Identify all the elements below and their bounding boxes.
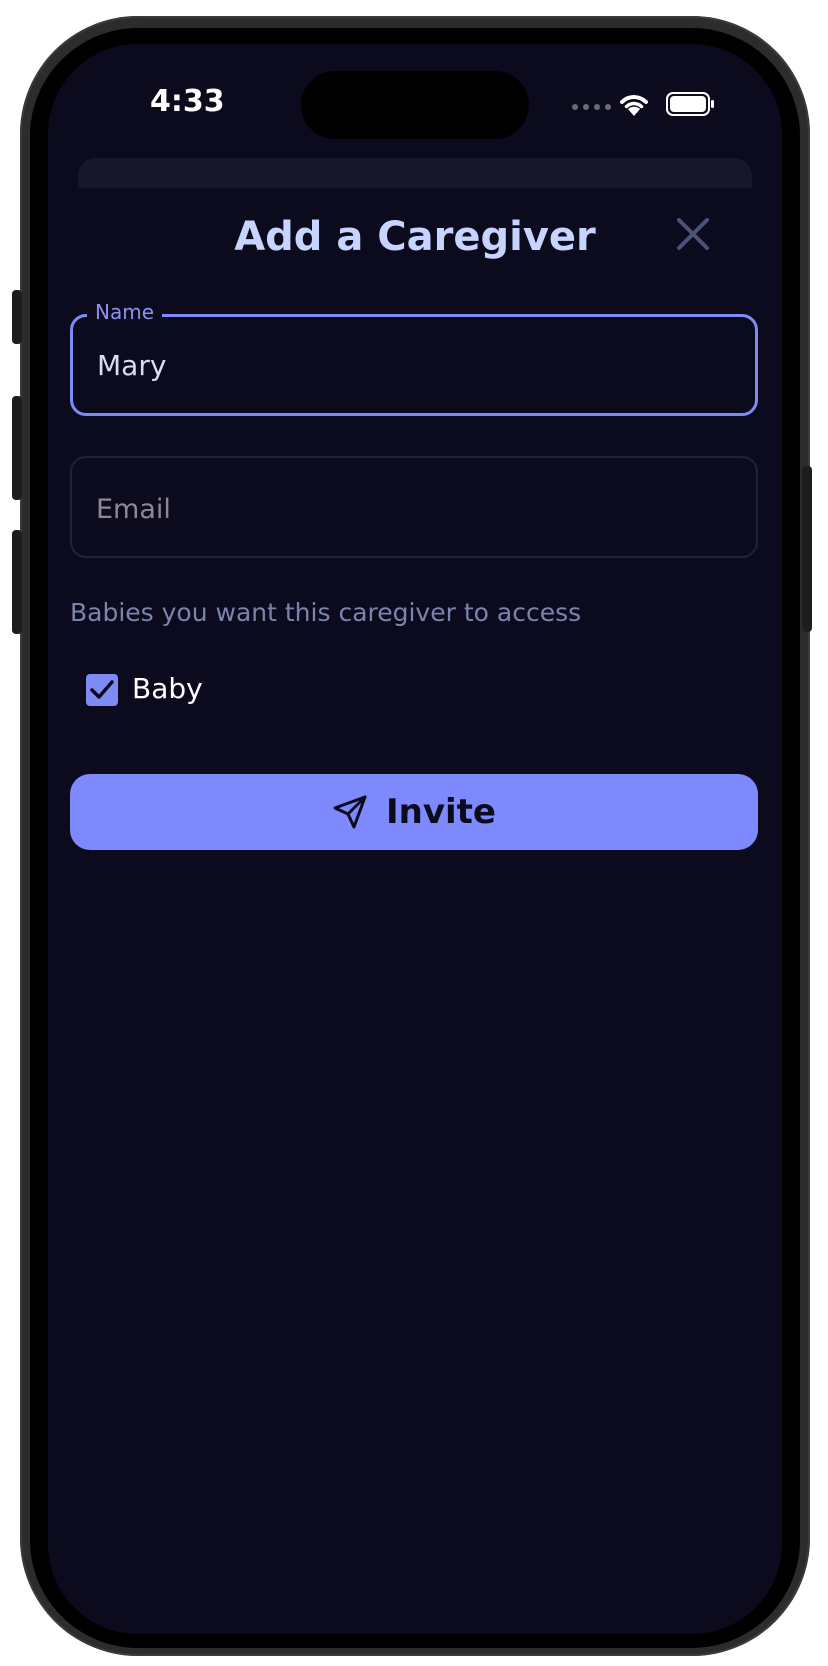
baby-checkbox[interactable] [86, 674, 118, 706]
action-button [12, 290, 22, 344]
battery-icon [666, 92, 714, 116]
invite-button[interactable]: Invite [70, 774, 758, 850]
babies-access-label: Babies you want this caregiver to access [70, 598, 582, 627]
send-icon [333, 795, 367, 829]
dynamic-island [301, 71, 529, 139]
volume-up-button [12, 396, 22, 500]
power-button [802, 466, 812, 632]
name-field[interactable]: Name Mary [70, 300, 758, 416]
name-field-value[interactable]: Mary [97, 349, 166, 382]
sheet-title: Add a Caregiver [234, 214, 596, 260]
email-field-placeholder[interactable]: Email [96, 494, 171, 525]
checkmark-icon [90, 680, 114, 699]
name-field-label: Name [87, 300, 163, 324]
invite-label: Invite [386, 792, 496, 832]
app-screen: 4:33 Add a Caregiver Name Mary Email Bab… [48, 44, 782, 1634]
email-field[interactable]: Email [70, 456, 758, 558]
status-time: 4:33 [150, 84, 225, 119]
sheet-top-edge [78, 158, 752, 188]
volume-down-button [12, 530, 22, 634]
close-icon[interactable] [673, 214, 713, 254]
wifi-icon [620, 95, 648, 116]
baby-checkbox-label[interactable]: Baby [132, 672, 203, 705]
cellular-signal-icon [572, 104, 611, 110]
